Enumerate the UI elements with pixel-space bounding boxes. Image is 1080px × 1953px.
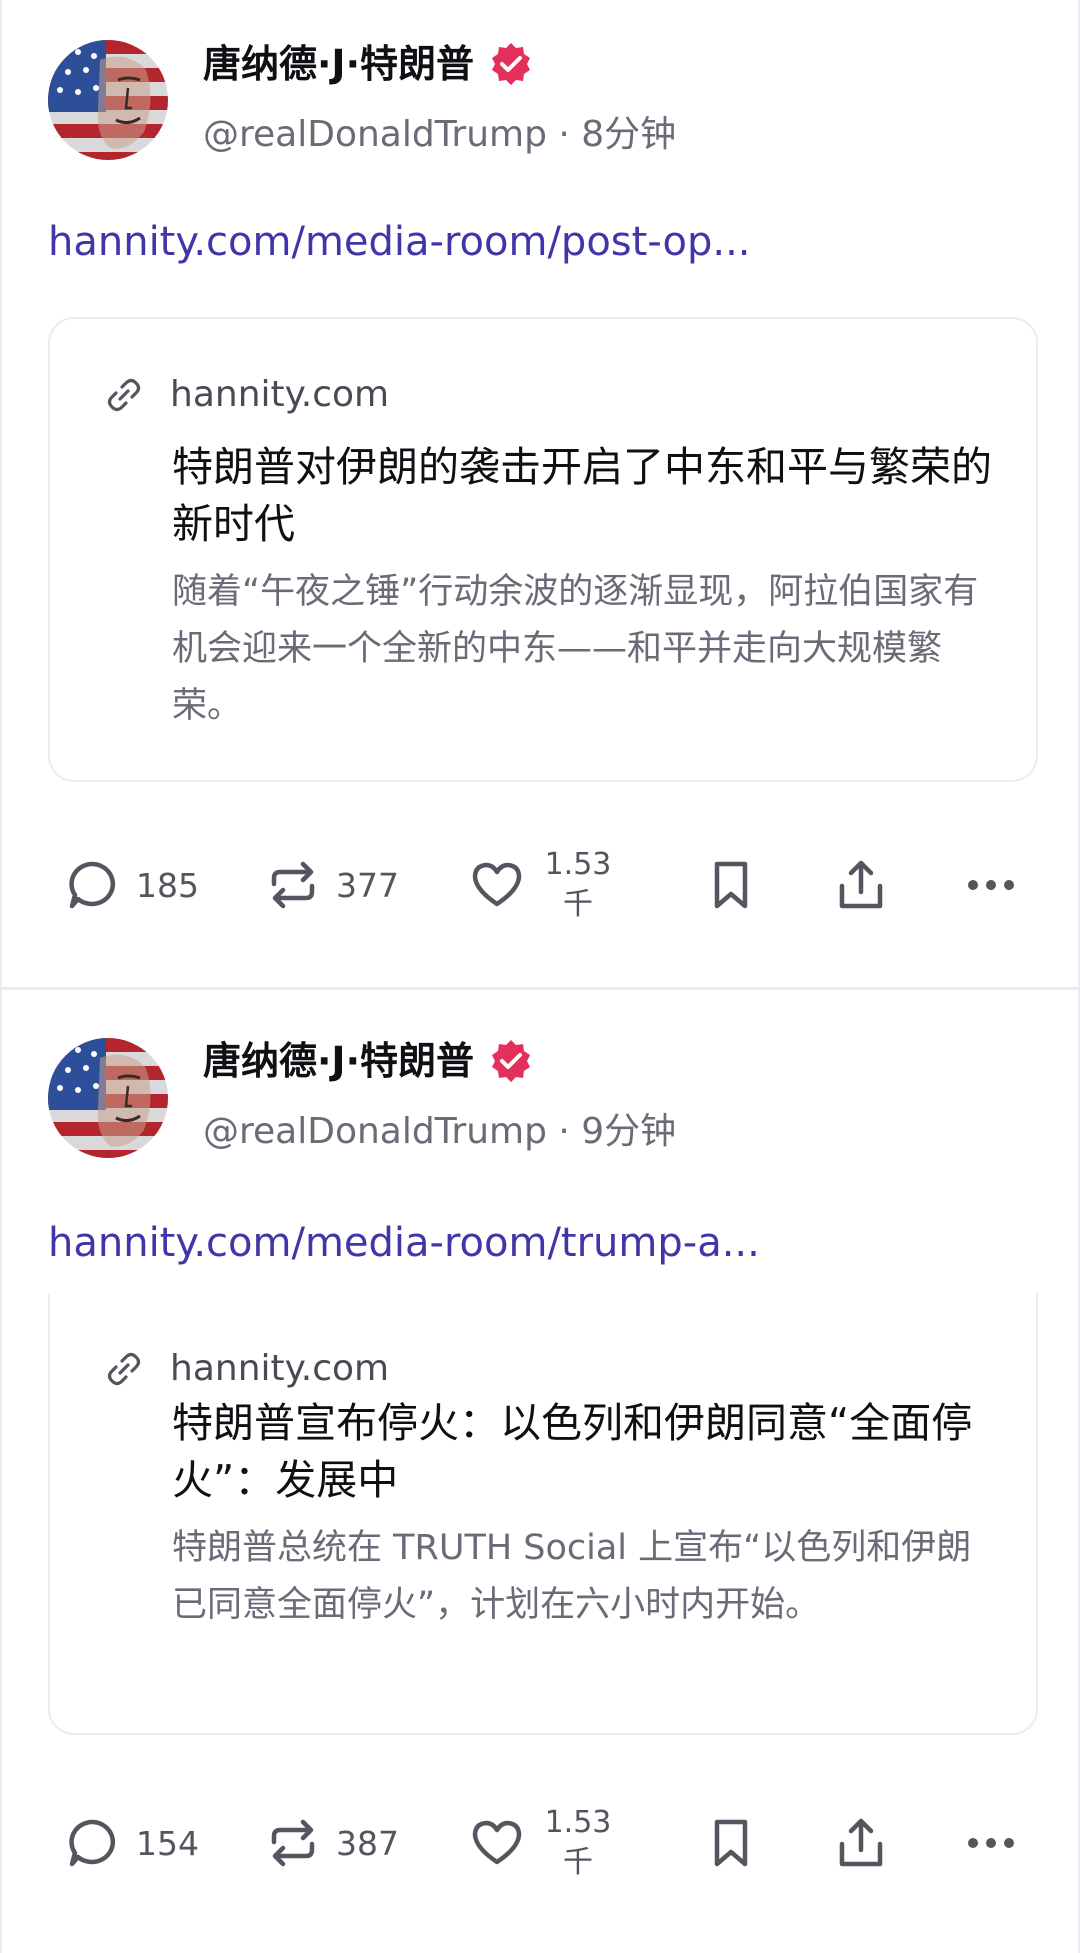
card-domain: hannity.com bbox=[170, 1348, 390, 1389]
retruth-count: 377 bbox=[336, 865, 399, 905]
share-icon bbox=[839, 1818, 883, 1867]
reply-button[interactable]: 185 bbox=[64, 835, 199, 935]
more-button[interactable] bbox=[962, 1793, 1020, 1893]
card-domain-row: hannity.com bbox=[102, 1345, 389, 1393]
link-icon bbox=[102, 1347, 146, 1391]
link-icon bbox=[102, 373, 146, 417]
bookmark-button[interactable] bbox=[702, 1793, 760, 1893]
reply-icon bbox=[69, 861, 116, 909]
heart-icon bbox=[472, 1820, 522, 1865]
author-name[interactable]: 唐纳德·J·特朗普 bbox=[203, 1033, 474, 1089]
card-description: 特朗普总统在 TRUTH Social 上宣布“以色列和伊朗已同意全面停火”，计… bbox=[172, 1528, 972, 1625]
author-handle[interactable]: @realDonaldTrump bbox=[203, 114, 547, 155]
bookmark-icon bbox=[714, 1819, 748, 1867]
retruth-button[interactable]: 387 bbox=[264, 1793, 399, 1893]
author-meta: @realDonaldTrump · 9分钟 bbox=[203, 1107, 676, 1157]
post-time: · 9分钟 bbox=[558, 1111, 677, 1152]
reply-button[interactable]: 154 bbox=[64, 1793, 199, 1893]
more-icon bbox=[968, 1838, 1014, 1848]
share-button[interactable] bbox=[832, 1793, 890, 1893]
post-link[interactable]: hannity.com/media-room/post-op... bbox=[48, 214, 751, 270]
feed: 唐纳德·J·特朗普 @realDonaldTrump · 8分钟 hannity… bbox=[0, 0, 1080, 1953]
like-count: 1.53 千 bbox=[538, 1803, 618, 1883]
retruth-icon bbox=[271, 1819, 315, 1867]
like-button[interactable]: 1.53 千 bbox=[468, 835, 618, 935]
avatar[interactable] bbox=[48, 40, 168, 160]
reply-count: 185 bbox=[136, 865, 199, 905]
verified-badge-icon bbox=[488, 41, 534, 87]
verified-badge-icon bbox=[488, 1038, 534, 1084]
post-time: · 8分钟 bbox=[558, 114, 677, 155]
retruth-icon bbox=[271, 861, 315, 909]
action-bar: 185 377 1.53 千 bbox=[2, 835, 1078, 935]
share-icon bbox=[839, 860, 883, 909]
more-icon bbox=[968, 880, 1014, 890]
bookmark-button[interactable] bbox=[702, 835, 760, 935]
author-meta: @realDonaldTrump · 8分钟 bbox=[203, 110, 676, 160]
retruth-button[interactable]: 377 bbox=[264, 835, 399, 935]
post-link[interactable]: hannity.com/media-room/trump-a... bbox=[48, 1215, 760, 1271]
like-count-unit: 千 bbox=[563, 887, 593, 922]
avatar[interactable] bbox=[48, 1038, 168, 1158]
author-row: 唐纳德·J·特朗普 bbox=[203, 36, 534, 92]
author-row: 唐纳德·J·特朗普 bbox=[203, 1033, 534, 1089]
retruth-count: 387 bbox=[336, 1823, 399, 1863]
like-count-unit: 千 bbox=[563, 1845, 593, 1880]
more-button[interactable] bbox=[962, 835, 1020, 935]
author-handle[interactable]: @realDonaldTrump bbox=[203, 1111, 547, 1152]
card-domain: hannity.com bbox=[170, 374, 390, 415]
reply-count: 154 bbox=[136, 1823, 199, 1863]
card-title: 特朗普对伊朗的袭击开启了中东和平与繁荣的新时代 bbox=[172, 443, 992, 548]
like-count: 1.53 千 bbox=[538, 845, 618, 925]
author-name[interactable]: 唐纳德·J·特朗普 bbox=[203, 36, 474, 92]
share-button[interactable] bbox=[832, 835, 890, 935]
card-title: 特朗普宣布停火：以色列和伊朗同意“全面停火”：发展中 bbox=[172, 1399, 973, 1504]
post[interactable]: 唐纳德·J·特朗普 @realDonaldTrump · 9分钟 hannity… bbox=[2, 993, 1078, 1953]
link-preview-card[interactable]: hannity.com 特朗普对伊朗的袭击开启了中东和平与繁荣的新时代 随着“午… bbox=[48, 317, 1038, 782]
link-preview-card[interactable]: hannity.com 特朗普宣布停火：以色列和伊朗同意“全面停火”：发展中 特… bbox=[48, 1293, 1038, 1735]
post[interactable]: 唐纳德·J·特朗普 @realDonaldTrump · 8分钟 hannity… bbox=[2, 0, 1078, 990]
bookmark-icon bbox=[714, 861, 748, 909]
card-description: 随着“午夜之锤”行动余波的逐渐显现，阿拉伯国家有机会迎来一个全新的中东——和平并… bbox=[172, 572, 979, 726]
heart-icon bbox=[472, 862, 522, 907]
reply-icon bbox=[69, 1819, 116, 1867]
like-count-number: 1.53 bbox=[544, 847, 612, 882]
like-button[interactable]: 1.53 千 bbox=[468, 1793, 618, 1893]
action-bar: 154 387 1.53 千 bbox=[2, 1793, 1078, 1893]
card-domain-row: hannity.com bbox=[102, 371, 389, 419]
like-count-number: 1.53 bbox=[544, 1805, 612, 1840]
